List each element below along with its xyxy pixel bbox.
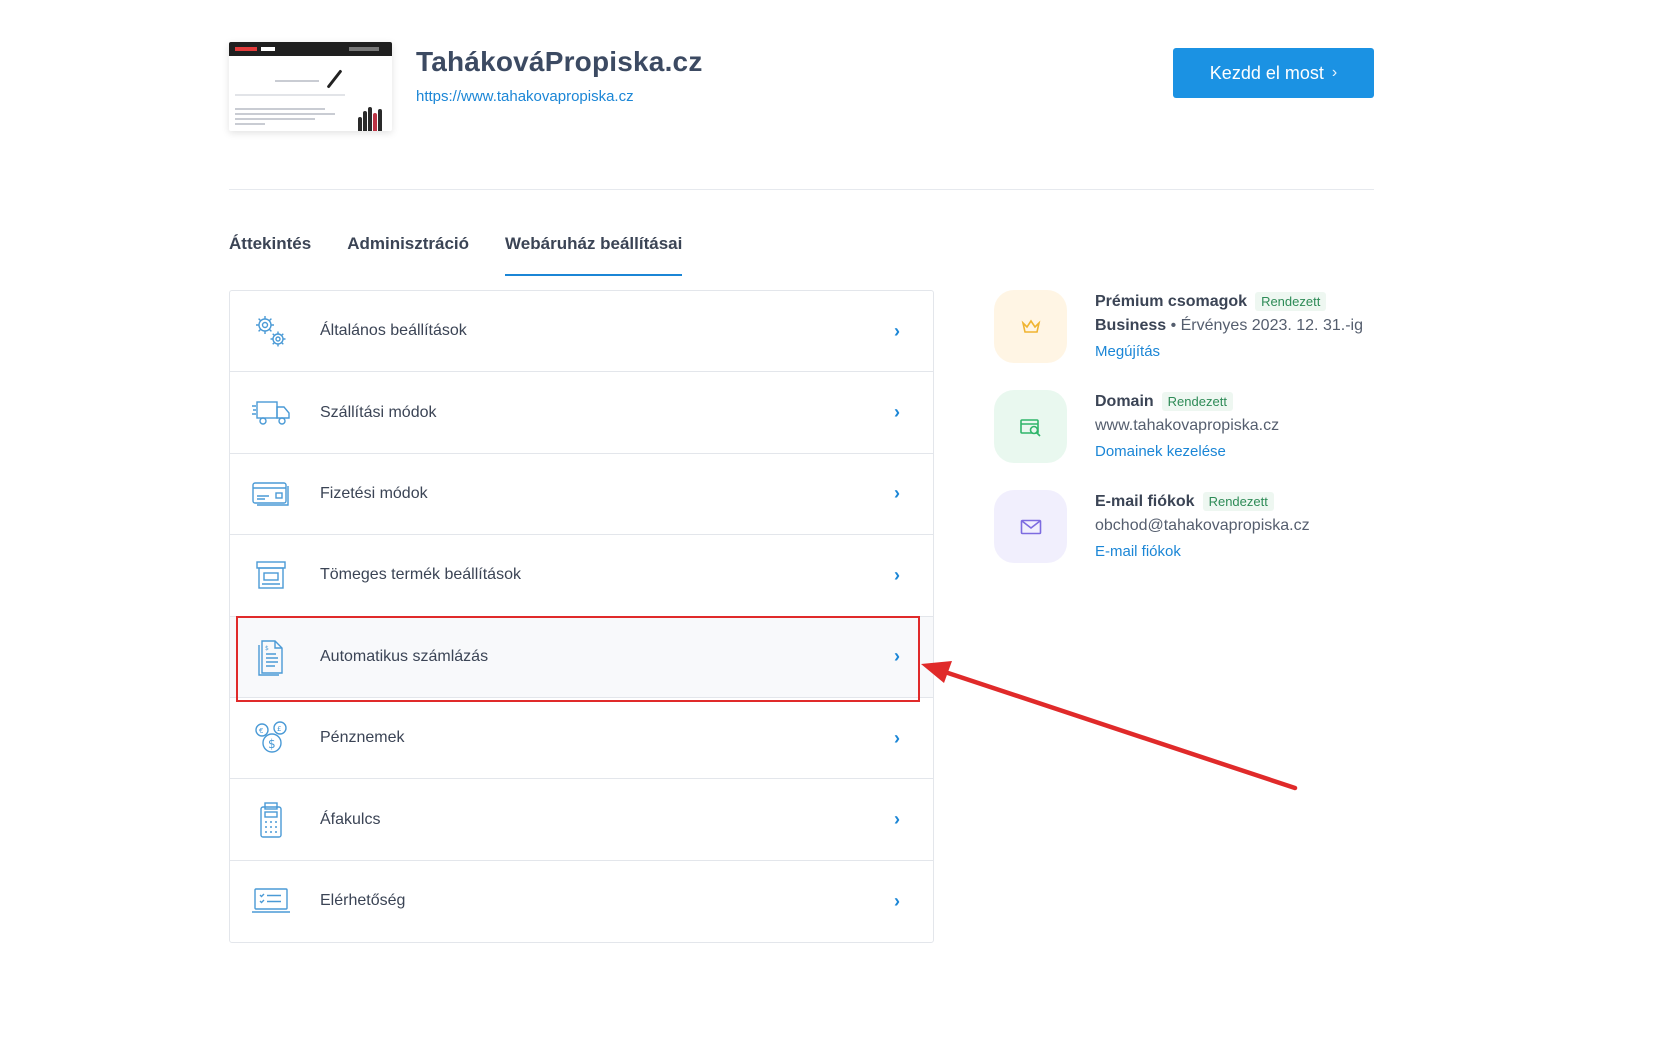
- premium-packages-card: Prémium csomagok Rendezett Business • Ér…: [994, 290, 1374, 380]
- settings-item-label: Fizetési módok: [320, 484, 428, 502]
- settings-item-label: Szállítási módok: [320, 403, 437, 421]
- chevron-right-icon: ›: [894, 320, 900, 341]
- laptop-checklist-icon: [251, 881, 291, 921]
- settings-item-label: Tömeges termék beállítások: [320, 566, 521, 584]
- settings-item-currencies[interactable]: $ € £ Pénznemek ›: [230, 698, 933, 780]
- settings-item-vat[interactable]: Áfakulcs ›: [230, 779, 933, 861]
- domain-title: Domain: [1095, 392, 1154, 410]
- settings-item-label: Elérhetőség: [320, 892, 406, 910]
- settings-item-auto-invoicing[interactable]: $ Automatikus számlázás ›: [230, 616, 933, 698]
- plan-validity: • Érvényes 2023. 12. 31.-ig: [1166, 317, 1363, 334]
- settings-list: Általános beállítások › Szállítási módok…: [229, 290, 934, 944]
- site-title: TahákováPropiska.cz: [416, 46, 703, 77]
- svg-text:$: $: [268, 737, 276, 751]
- manage-domains-link[interactable]: Domainek kezelése: [1095, 443, 1279, 460]
- chevron-right-icon: ›: [894, 646, 900, 667]
- status-badge: Rendezett: [1255, 292, 1327, 311]
- settings-item-label: Általános beállítások: [320, 322, 467, 340]
- chevron-right-icon: ›: [894, 483, 900, 504]
- tab-administration[interactable]: Adminisztráció: [347, 234, 469, 276]
- domain-value: www.tahakovapropiska.cz: [1095, 417, 1280, 434]
- site-thumbnail[interactable]: [229, 42, 392, 131]
- settings-item-shipping[interactable]: Szállítási módok ›: [230, 372, 933, 454]
- svg-text:€: €: [259, 727, 263, 735]
- currency-coins-icon: $ € £: [251, 718, 291, 758]
- settings-item-label: Automatikus számlázás: [320, 647, 489, 665]
- email-accounts-link[interactable]: E-mail fiókok: [1095, 543, 1310, 560]
- gears-icon: [251, 311, 291, 351]
- box-icon: [251, 555, 291, 595]
- domain-search-icon: [994, 390, 1067, 463]
- chevron-right-icon: ›: [894, 809, 900, 830]
- envelope-icon: [994, 490, 1067, 563]
- chevron-right-icon: ›: [894, 890, 900, 911]
- chevron-right-icon: ›: [894, 402, 900, 423]
- calculator-icon: [251, 800, 291, 840]
- email-title: E-mail fiókok: [1095, 492, 1195, 510]
- chevron-right-icon: ›: [894, 564, 900, 585]
- invoice-icon: $: [251, 637, 291, 677]
- status-badge: Rendezett: [1161, 392, 1233, 411]
- truck-icon: [251, 393, 291, 433]
- chevron-right-icon: ›: [1331, 64, 1338, 81]
- credit-card-icon: [251, 474, 291, 514]
- tab-webshop-settings[interactable]: Webáruház beállításai: [505, 234, 683, 276]
- premium-title: Prémium csomagok: [1095, 292, 1248, 310]
- settings-item-contact[interactable]: Elérhetőség ›: [230, 861, 933, 942]
- renew-link[interactable]: Megújítás: [1095, 343, 1363, 360]
- settings-item-bulk-products[interactable]: Tömeges termék beállítások ›: [230, 535, 933, 617]
- plan-name: Business: [1095, 317, 1167, 334]
- start-now-label: Kezdd el most: [1209, 62, 1324, 83]
- tab-bar: Áttekintés Adminisztráció Webáruház beál…: [229, 234, 683, 276]
- domain-card: Domain Rendezett www.tahakovapropiska.cz…: [994, 390, 1374, 480]
- site-header: TahákováPropiska.cz https://www.tahakova…: [229, 42, 1374, 134]
- svg-text:£: £: [277, 725, 281, 733]
- email-accounts-card: E-mail fiókok Rendezett obchod@tahakovap…: [994, 490, 1374, 580]
- svg-text:$: $: [265, 645, 269, 652]
- settings-item-payment[interactable]: Fizetési módok ›: [230, 454, 933, 536]
- settings-item-label: Áfakulcs: [320, 810, 381, 828]
- header-divider: [229, 189, 1374, 190]
- settings-item-general[interactable]: Általános beállítások ›: [230, 291, 933, 373]
- settings-item-label: Pénznemek: [320, 729, 405, 747]
- site-url-link[interactable]: https://www.tahakovapropiska.cz: [416, 88, 634, 105]
- crown-icon: [994, 290, 1067, 363]
- tab-overview[interactable]: Áttekintés: [229, 234, 311, 276]
- email-value: obchod@tahakovapropiska.cz: [1095, 517, 1310, 534]
- chevron-right-icon: ›: [894, 727, 900, 748]
- start-now-button[interactable]: Kezdd el most ›: [1173, 48, 1374, 98]
- status-badge: Rendezett: [1202, 492, 1274, 511]
